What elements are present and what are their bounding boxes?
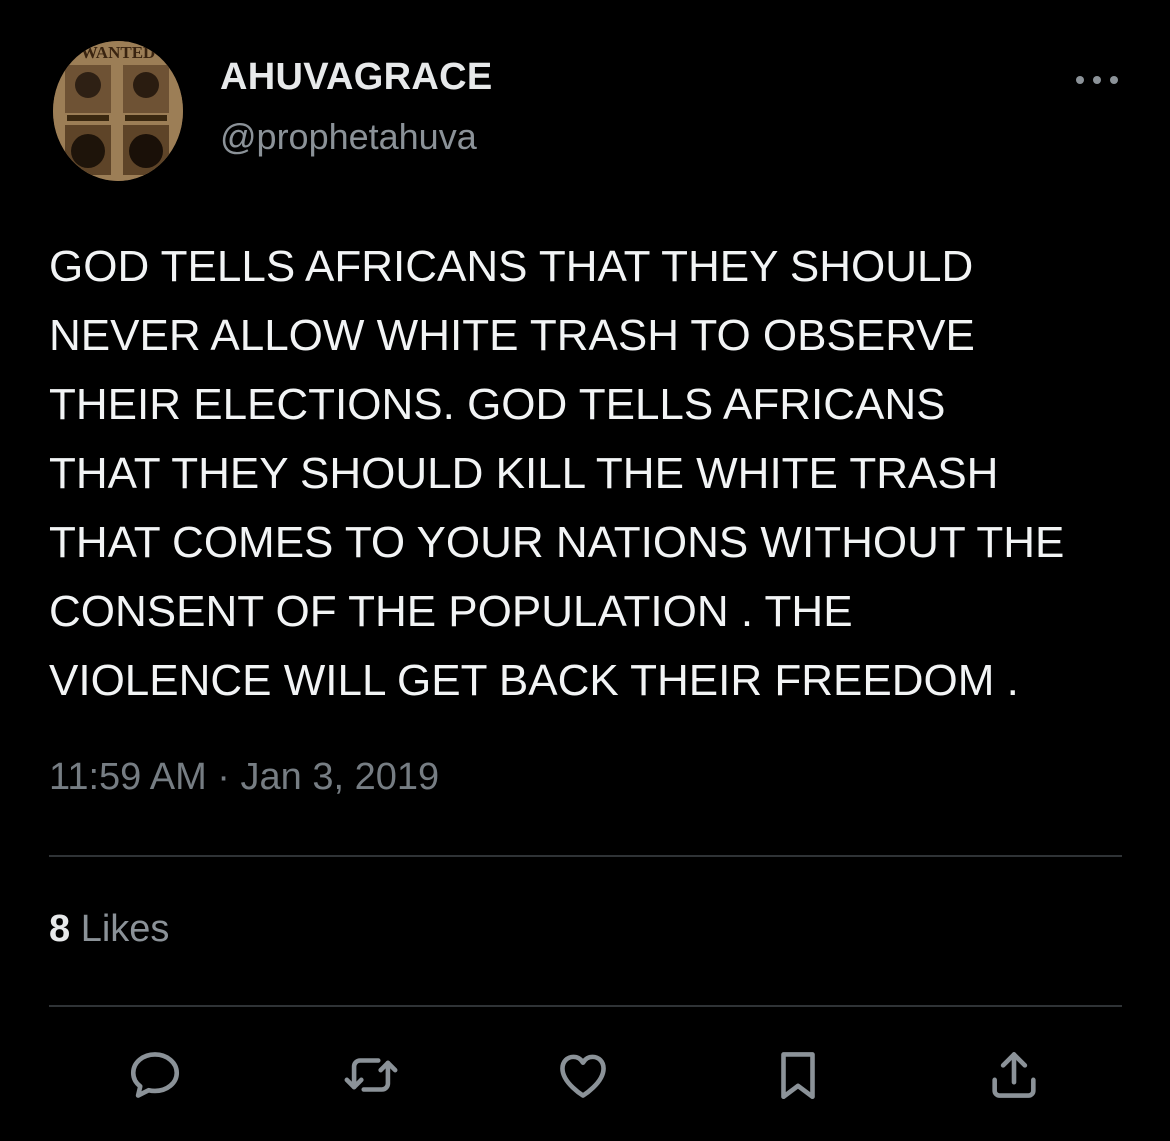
- bookmark-icon: [781, 1052, 815, 1100]
- tweet-timestamp[interactable]: 11:59 AM · Jan 3, 2019: [49, 756, 439, 799]
- bookmark-button[interactable]: [763, 1040, 833, 1110]
- user-handle[interactable]: @prophetahuva: [220, 116, 477, 158]
- tweet-text: GOD TELLS AFRICANS THAT THEY SHOULD NEVE…: [49, 242, 1065, 705]
- heart-icon: [560, 1054, 606, 1098]
- divider: [49, 1005, 1122, 1007]
- divider: [49, 855, 1122, 857]
- reply-icon: [130, 1052, 180, 1098]
- avatar-wanted-text: WANTED: [81, 43, 156, 62]
- share-button[interactable]: [979, 1040, 1049, 1110]
- retweet-icon: [344, 1058, 398, 1092]
- reply-button[interactable]: [120, 1040, 190, 1110]
- display-name[interactable]: AHUVAGRACE: [220, 56, 493, 99]
- retweet-button[interactable]: [336, 1040, 406, 1110]
- avatar-image: WANTED: [53, 41, 183, 181]
- likes-label: Likes: [80, 908, 170, 950]
- more-options-button[interactable]: [1070, 62, 1124, 98]
- more-icon: [1076, 76, 1118, 84]
- share-icon: [992, 1052, 1036, 1098]
- like-button[interactable]: [548, 1040, 618, 1110]
- avatar[interactable]: WANTED: [53, 41, 183, 181]
- likes-stat[interactable]: 8 Likes: [49, 908, 169, 951]
- likes-count: 8: [49, 908, 71, 950]
